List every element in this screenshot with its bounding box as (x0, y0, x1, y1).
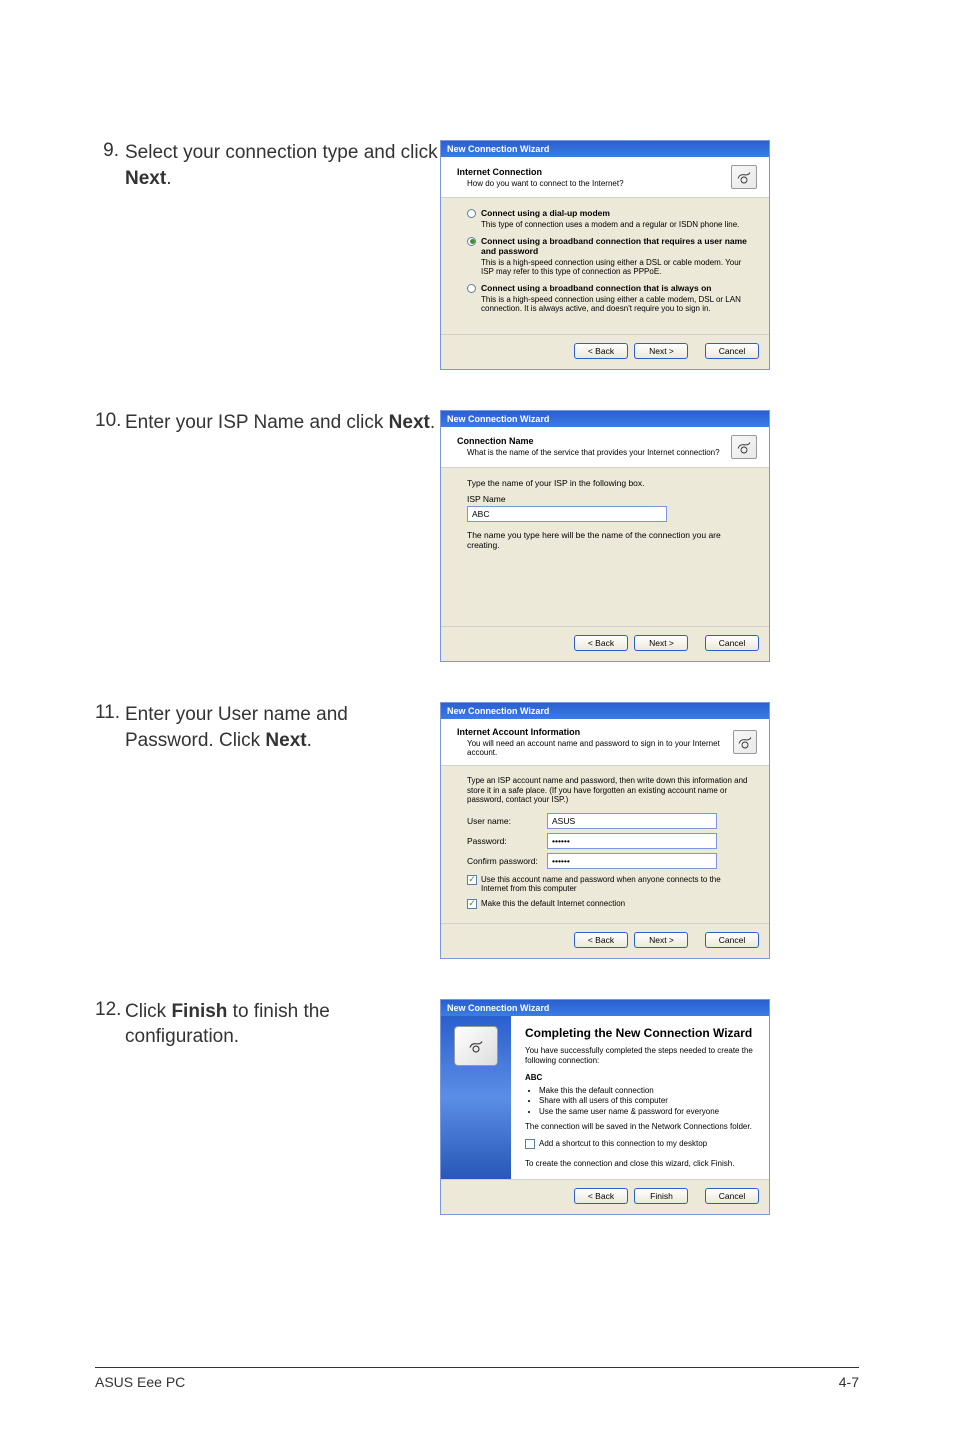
network-wizard-icon (731, 435, 757, 459)
step12-text: Click Finish to finish the configuration… (125, 999, 440, 1050)
checkbox-add-shortcut[interactable]: Add a shortcut to this connection to my … (525, 1139, 755, 1149)
cancel-button[interactable]: Cancel (705, 1188, 759, 1204)
wizard10-hint: The name you type here will be the name … (467, 530, 749, 550)
step12-number: 12. (95, 999, 125, 1021)
wizard12-p2: The connection will be saved in the Netw… (525, 1122, 755, 1132)
isp-name-input[interactable]: ABC (467, 506, 667, 522)
step10-text: Enter your ISP Name and click Next. (125, 410, 440, 436)
option-broadband-userpass-desc: This is a high-speed connection using ei… (481, 258, 749, 277)
confirm-password-label: Confirm password: (467, 856, 547, 866)
wizard-step9: New Connection Wizard Internet Connectio… (440, 140, 770, 370)
back-button[interactable]: < Back (574, 343, 628, 359)
password-label: Password: (467, 836, 547, 846)
wizard9-header-title: Internet Connection (457, 167, 624, 177)
wizard12-p1: You have successfully completed the step… (525, 1046, 755, 1067)
confirm-password-input[interactable]: •••••• (547, 853, 717, 869)
option-broadband-alwayson-desc: This is a high-speed connection using ei… (481, 295, 749, 314)
footer-left: ASUS Eee PC (95, 1374, 185, 1390)
password-input[interactable]: •••••• (547, 833, 717, 849)
wizard11-instruction: Type an ISP account name and password, t… (467, 776, 749, 805)
step9-number: 9. (95, 140, 125, 162)
next-button[interactable]: Next > (634, 343, 688, 359)
back-button[interactable]: < Back (574, 635, 628, 651)
wizard9-titlebar: New Connection Wizard (441, 141, 769, 157)
cancel-button[interactable]: Cancel (705, 343, 759, 359)
wizard10-header-sub: What is the name of the service that pro… (467, 448, 720, 457)
wizard11-header-title: Internet Account Information (457, 727, 733, 737)
cancel-button[interactable]: Cancel (705, 635, 759, 651)
username-input[interactable]: ASUS (547, 813, 717, 829)
wizard10-header-title: Connection Name (457, 436, 720, 446)
wizard11-titlebar: New Connection Wizard (441, 703, 769, 719)
option-dialup-desc: This type of connection uses a modem and… (481, 220, 749, 230)
back-button[interactable]: < Back (574, 932, 628, 948)
back-button[interactable]: < Back (574, 1188, 628, 1204)
wizard10-instruction: Type the name of your ISP in the followi… (467, 478, 749, 488)
network-wizard-icon (733, 730, 757, 754)
option-dialup[interactable]: Connect using a dial-up modem (467, 208, 749, 218)
finish-button[interactable]: Finish (634, 1188, 688, 1204)
step9-text: Select your connection type and click Ne… (125, 140, 440, 191)
wizard11-header-sub: You will need an account name and passwo… (467, 739, 733, 757)
option-broadband-alwayson[interactable]: Connect using a broadband connection tha… (467, 283, 749, 293)
checkbox-default-connection[interactable]: ✓Make this the default Internet connecti… (467, 899, 749, 909)
option-broadband-userpass[interactable]: Connect using a broadband connection tha… (467, 236, 749, 256)
wizard-step12: New Connection Wizard Completing the New… (440, 999, 770, 1215)
wizard10-titlebar: New Connection Wizard (441, 411, 769, 427)
footer-page-number: 4-7 (839, 1374, 859, 1390)
cancel-button[interactable]: Cancel (705, 932, 759, 948)
step10-number: 10. (95, 410, 125, 432)
step11-number: 11. (95, 702, 125, 724)
username-label: User name: (467, 816, 547, 826)
wizard-step10: New Connection Wizard Connection Name Wh… (440, 410, 770, 662)
next-button[interactable]: Next > (634, 932, 688, 948)
wizard12-p3: To create the connection and close this … (525, 1159, 755, 1169)
wizard12-titlebar: New Connection Wizard (441, 1000, 769, 1016)
isp-name-label: ISP Name (467, 494, 749, 504)
wizard9-header-sub: How do you want to connect to the Intern… (467, 179, 624, 188)
wizard12-heading: Completing the New Connection Wizard (525, 1026, 755, 1040)
next-button[interactable]: Next > (634, 635, 688, 651)
network-wizard-icon (731, 165, 757, 189)
connection-name: ABC (525, 1073, 755, 1082)
step11-text: Enter your User name and Password. Click… (125, 702, 440, 753)
wizard-step11: New Connection Wizard Internet Account I… (440, 702, 770, 959)
network-wizard-icon (454, 1026, 498, 1066)
connection-props: Make this the default connection Share w… (539, 1086, 755, 1117)
checkbox-use-account-everyone[interactable]: ✓Use this account name and password when… (467, 875, 749, 893)
